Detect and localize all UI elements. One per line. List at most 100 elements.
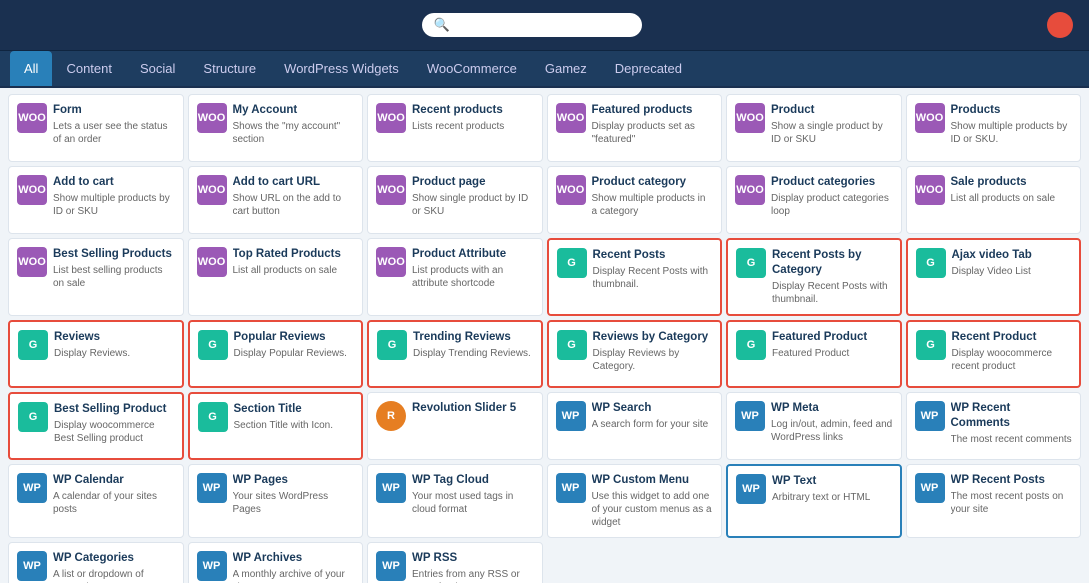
item-name: My Account <box>233 103 355 118</box>
element-item[interactable]: WOO Add to cart URL Show URL on the add … <box>188 166 364 234</box>
element-item[interactable]: WOO Sale products List all products on s… <box>906 166 1082 234</box>
element-item[interactable]: G Popular Reviews Display Popular Review… <box>188 320 364 388</box>
element-item[interactable]: WOO Product Attribute List products with… <box>367 238 543 316</box>
element-item[interactable]: WP WP Search A search form for your site <box>547 392 723 460</box>
tab-content[interactable]: Content <box>52 51 126 86</box>
item-name: WP RSS <box>412 551 534 566</box>
element-item[interactable]: WOO Product page Show single product by … <box>367 166 543 234</box>
item-icon: WOO <box>17 175 47 205</box>
element-item[interactable]: WP WP Pages Your sites WordPress Pages <box>188 464 364 538</box>
element-item[interactable]: WP WP Meta Log in/out, admin, feed and W… <box>726 392 902 460</box>
item-desc: Display Video List <box>952 265 1072 278</box>
item-text: Add to cart URL Show URL on the add to c… <box>233 175 355 218</box>
element-item[interactable]: WOO Featured products Display products s… <box>547 94 723 162</box>
item-icon: G <box>736 330 766 360</box>
item-desc: Show multiple products in a category <box>592 192 714 218</box>
item-icon: WOO <box>17 247 47 277</box>
item-icon: WP <box>197 473 227 503</box>
item-icon: G <box>377 330 407 360</box>
item-icon: WOO <box>735 103 765 133</box>
item-text: Recent Product Display woocommerce recen… <box>952 330 1072 373</box>
item-icon: G <box>916 248 946 278</box>
element-item[interactable]: G Reviews by Category Display Reviews by… <box>547 320 723 388</box>
add-element-modal: 🔍 AllContentSocialStructureWordPress Wid… <box>0 0 1089 583</box>
item-icon: G <box>198 330 228 360</box>
item-desc: Display product categories loop <box>771 192 893 218</box>
element-item[interactable]: G Recent Posts Display Recent Posts with… <box>547 238 723 316</box>
item-desc: Use this widget to add one of your custo… <box>592 490 714 529</box>
item-desc: The most recent comments <box>951 433 1073 446</box>
element-item[interactable]: WP WP Recent Posts The most recent posts… <box>906 464 1082 538</box>
item-icon: WOO <box>915 103 945 133</box>
element-item[interactable]: G Section Title Section Title with Icon. <box>188 392 364 460</box>
item-desc: Show single product by ID or SKU <box>412 192 534 218</box>
element-item[interactable]: WOO Product category Show multiple produ… <box>547 166 723 234</box>
element-item[interactable]: G Best Selling Product Display woocommer… <box>8 392 184 460</box>
tabs-bar: AllContentSocialStructureWordPress Widge… <box>0 51 1089 88</box>
item-name: Featured products <box>592 103 714 118</box>
item-desc: Display Reviews by Category. <box>593 347 713 373</box>
element-item[interactable]: WOO Add to cart Show multiple products b… <box>8 166 184 234</box>
element-item[interactable]: WP WP Custom Menu Use this widget to add… <box>547 464 723 538</box>
tab-woocommerce[interactable]: WooCommerce <box>413 51 531 86</box>
element-item[interactable]: G Featured Product Featured Product <box>726 320 902 388</box>
element-item[interactable]: WP WP Text Arbitrary text or HTML <box>726 464 902 538</box>
element-item[interactable]: WP WP Tag Cloud Your most used tags in c… <box>367 464 543 538</box>
element-item[interactable]: WOO Best Selling Products List best sell… <box>8 238 184 316</box>
element-item[interactable]: WP WP Categories A list or dropdown of c… <box>8 542 184 583</box>
item-desc: A monthly archive of your sites posts <box>233 568 355 583</box>
element-item[interactable]: G Recent Product Display woocommerce rec… <box>906 320 1082 388</box>
item-icon: G <box>18 402 48 432</box>
element-item[interactable]: WOO Product categories Display product c… <box>726 166 902 234</box>
element-item[interactable]: WP WP Archives A monthly archive of your… <box>188 542 364 583</box>
item-name: Products <box>951 103 1073 118</box>
item-desc: Lets a user see the status of an order <box>53 120 175 146</box>
element-item[interactable]: WOO My Account Shows the "my account" se… <box>188 94 364 162</box>
item-text: Products Show multiple products by ID or… <box>951 103 1073 146</box>
item-name: Form <box>53 103 175 118</box>
elements-grid: WOO Form Lets a user see the status of a… <box>8 94 1081 583</box>
element-item[interactable]: WOO Top Rated Products List all products… <box>188 238 364 316</box>
tab-structure[interactable]: Structure <box>189 51 270 86</box>
item-icon: WOO <box>376 175 406 205</box>
item-icon: WP <box>197 551 227 581</box>
element-item[interactable]: WP WP RSS Entries from any RSS or Atom f… <box>367 542 543 583</box>
item-icon: WP <box>376 473 406 503</box>
item-text: WP Recent Comments The most recent comme… <box>951 401 1073 446</box>
element-item[interactable]: WOO Product Show a single product by ID … <box>726 94 902 162</box>
item-name: Reviews <box>54 330 174 345</box>
item-desc: List all products on sale <box>951 192 1073 205</box>
element-item[interactable]: G Recent Posts by Category Display Recen… <box>726 238 902 316</box>
element-item[interactable]: R Revolution Slider 5 <box>367 392 543 460</box>
element-item[interactable]: WP WP Calendar A calendar of your sites … <box>8 464 184 538</box>
tab-all[interactable]: All <box>10 51 52 86</box>
tab-gamez[interactable]: Gamez <box>531 51 601 86</box>
item-icon: G <box>18 330 48 360</box>
item-text: WP Pages Your sites WordPress Pages <box>233 473 355 516</box>
search-input[interactable] <box>456 18 632 33</box>
item-name: Add to cart <box>53 175 175 190</box>
element-item[interactable]: G Ajax video Tab Display Video List <box>906 238 1082 316</box>
element-item[interactable]: G Reviews Display Reviews. <box>8 320 184 388</box>
element-item[interactable]: G Trending Reviews Display Trending Revi… <box>367 320 543 388</box>
item-text: My Account Shows the "my account" sectio… <box>233 103 355 146</box>
tab-social[interactable]: Social <box>126 51 189 86</box>
item-name: Featured Product <box>772 330 892 345</box>
item-name: WP Meta <box>771 401 893 416</box>
element-item[interactable]: WOO Products Show multiple products by I… <box>906 94 1082 162</box>
item-icon: WP <box>376 551 406 581</box>
item-name: Recent Product <box>952 330 1072 345</box>
item-name: Reviews by Category <box>593 330 713 345</box>
item-icon: G <box>736 248 766 278</box>
element-item[interactable]: WOO Recent products Lists recent product… <box>367 94 543 162</box>
item-icon: G <box>916 330 946 360</box>
item-desc: Show multiple products by ID or SKU <box>53 192 175 218</box>
close-button[interactable] <box>1047 12 1073 38</box>
tab-deprecated[interactable]: Deprecated <box>601 51 696 86</box>
element-item[interactable]: WOO Form Lets a user see the status of a… <box>8 94 184 162</box>
item-text: Best Selling Products List best selling … <box>53 247 175 290</box>
element-item[interactable]: WP WP Recent Comments The most recent co… <box>906 392 1082 460</box>
item-icon: WOO <box>556 175 586 205</box>
item-name: Recent Posts <box>593 248 713 263</box>
tab-wp-widgets[interactable]: WordPress Widgets <box>270 51 413 86</box>
